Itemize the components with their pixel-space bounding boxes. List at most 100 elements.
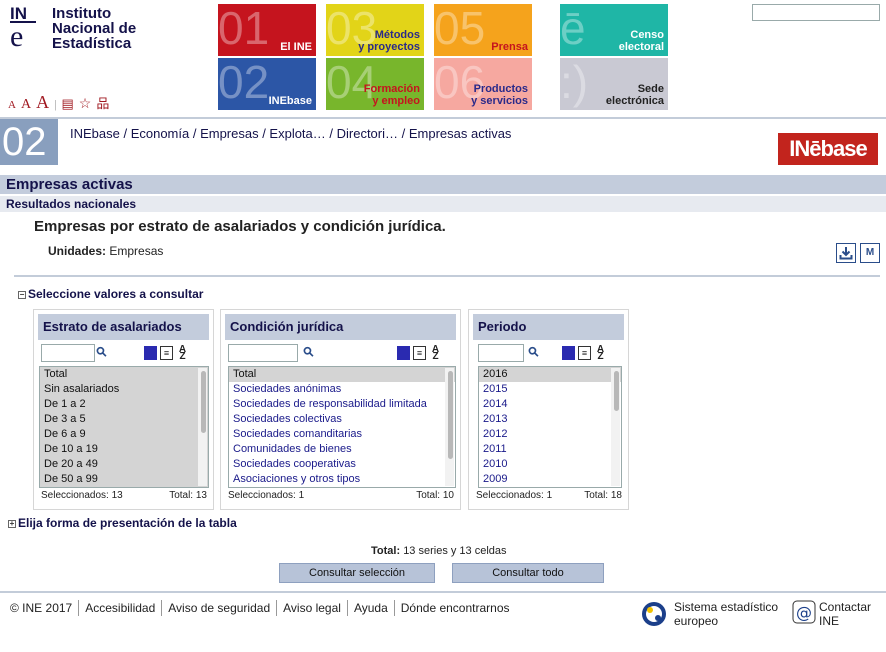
units-value: Empresas — [109, 244, 164, 258]
footer-link-donde[interactable]: Dónde encontrarnos — [395, 600, 516, 616]
logo-line-3: Estadística — [52, 35, 132, 52]
selection-tools: ≡ A Z — [562, 345, 607, 362]
scrollbar-thumb[interactable] — [201, 371, 206, 433]
magnifier-icon[interactable]: ⚲ — [93, 343, 111, 361]
breadcrumb[interactable]: INEbase / Economía / Empresas / Explota…… — [70, 126, 511, 141]
scrollbar-thumb[interactable] — [614, 371, 619, 411]
panel-search-input[interactable] — [41, 344, 95, 362]
consult-selection-button[interactable]: Consultar selección — [279, 563, 435, 583]
list-option[interactable]: 2010 — [479, 457, 621, 472]
pcaxis-icon[interactable]: M — [860, 243, 880, 263]
favorite-star-icon[interactable]: ☆ — [79, 96, 92, 113]
nav-tile-4[interactable]: ē Censo electoral — [560, 4, 668, 56]
footer-link-aviso-legal[interactable]: Aviso legal — [277, 600, 348, 616]
consult-all-button[interactable]: Consultar todo — [452, 563, 604, 583]
list-option[interactable]: Sociedades anónimas — [229, 382, 455, 397]
sort-az-icon[interactable]: AZ — [176, 345, 189, 362]
font-large-button[interactable]: A — [36, 92, 49, 113]
footer-link-ayuda[interactable]: Ayuda — [348, 600, 395, 616]
nav-tile-8[interactable]: :) Sede electrónica — [560, 58, 668, 110]
footer-link-accesibilidad[interactable]: Accesibilidad — [79, 600, 163, 616]
ine-logo-mark[interactable]: IN e — [8, 3, 44, 53]
list-option[interactable]: 2012 — [479, 427, 621, 442]
list-option[interactable]: 2014 — [479, 397, 621, 412]
nav-tile-3[interactable]: 05 Prensa — [434, 4, 532, 56]
nav-tile-6[interactable]: 04 Formación y empleo — [326, 58, 424, 110]
scrollbar-thumb[interactable] — [448, 371, 453, 459]
presentation-toggle[interactable]: + Elija forma de presentación de la tabla — [8, 516, 237, 530]
list-option[interactable]: De 1 a 2 — [40, 397, 208, 412]
select-none-icon[interactable]: ≡ — [413, 346, 426, 360]
ess-logo-icon — [642, 602, 666, 626]
list-option[interactable]: Sociedades colectivas — [229, 412, 455, 427]
values-listbox[interactable]: Total Sociedades anónimas Sociedades de re… — [228, 366, 456, 488]
nav-tile-2[interactable]: 03 Métodos y proyectos — [326, 4, 424, 56]
download-icon[interactable] — [836, 243, 856, 263]
magnifier-icon[interactable]: ⚲ — [300, 343, 318, 361]
section-number: 02 — [0, 119, 58, 165]
values-listbox[interactable]: 2016 2015 2014 2013 2012 2011 2010 2009 — [478, 366, 622, 488]
print-icon[interactable]: ▤ — [61, 96, 73, 112]
total-value: 13 series y 13 celdas — [403, 545, 507, 557]
select-values-label: Seleccione valores a consultar — [28, 287, 204, 301]
nav-tile-1[interactable]: 01 El INE — [218, 4, 316, 56]
list-option[interactable]: Asociaciones y otros tipos — [229, 472, 455, 487]
select-all-icon[interactable] — [397, 346, 410, 360]
font-small-button[interactable]: A — [8, 99, 16, 111]
table-title: Empresas por estrato de asalariados y co… — [34, 218, 446, 235]
tile-number: ē — [560, 4, 586, 54]
select-none-icon[interactable]: ≡ — [578, 346, 591, 360]
select-all-icon[interactable] — [562, 346, 575, 360]
total-count: Total: 10 — [416, 490, 454, 501]
panel-search-input[interactable] — [478, 344, 524, 362]
font-medium-button[interactable]: A — [21, 97, 31, 113]
select-all-icon[interactable] — [144, 346, 157, 360]
tile-label: Censo electoral — [618, 29, 664, 53]
selected-count: Seleccionados: 1 — [228, 490, 305, 501]
european-statistical-system-link[interactable]: Sistema estadístico europeo — [640, 600, 778, 628]
list-option[interactable]: De 50 a 99 — [40, 472, 208, 487]
select-values-toggle[interactable]: − Seleccione valores a consultar — [18, 287, 203, 301]
list-option[interactable]: Comunidades de bienes — [229, 442, 455, 457]
inebase-logo[interactable]: INēbase — [778, 133, 878, 165]
list-option[interactable]: De 20 a 49 — [40, 457, 208, 472]
list-option[interactable]: 2016 — [479, 367, 621, 382]
total-count: Total: 13 — [169, 490, 207, 501]
sort-az-icon[interactable]: AZ — [429, 345, 442, 362]
list-option[interactable]: De 3 a 5 — [40, 412, 208, 427]
total-summary: Total: 13 series y 13 celdas — [371, 545, 507, 557]
list-option[interactable]: Sociedades cooperativas — [229, 457, 455, 472]
ine-logo-text[interactable]: Instituto Nacional de Estadística — [52, 6, 136, 51]
list-option[interactable]: 2013 — [479, 412, 621, 427]
list-option[interactable]: 2011 — [479, 442, 621, 457]
nav-tile-7[interactable]: 06 Productos y servicios — [434, 58, 532, 110]
list-option[interactable]: Total — [229, 367, 455, 382]
divider — [14, 275, 880, 277]
list-option[interactable]: De 6 a 9 — [40, 427, 208, 442]
list-option[interactable]: 2009 — [479, 472, 621, 487]
magnifier-icon[interactable]: ⚲ — [525, 343, 543, 361]
tile-label: El INE — [280, 41, 312, 53]
page-title: Empresas activas — [0, 175, 886, 194]
total-count: Total: 18 — [584, 490, 622, 501]
contact-ine-link[interactable]: @ Contactar INE — [792, 600, 871, 628]
list-option[interactable]: Sociedades comanditarias — [229, 427, 455, 442]
list-option[interactable]: De 10 a 19 — [40, 442, 208, 457]
tile-number: :) — [560, 58, 589, 108]
sitemap-icon[interactable]: 品 — [96, 93, 109, 112]
footer-link-aviso-seguridad[interactable]: Aviso de seguridad — [162, 600, 278, 616]
list-option[interactable]: 2015 — [479, 382, 621, 397]
list-option[interactable]: Total — [40, 367, 208, 382]
tile-label: Prensa — [491, 41, 528, 53]
tile-label: INEbase — [268, 95, 312, 107]
panel-search-input[interactable] — [228, 344, 298, 362]
nav-tile-5[interactable]: 02 INEbase — [218, 58, 316, 110]
variable-panel-3: Periodo ⚲ ≡ A Z 2016 2015 2014 2013 2012 2011 2010 2… — [468, 309, 629, 510]
select-none-icon[interactable]: ≡ — [160, 346, 173, 360]
site-search-input[interactable] — [752, 4, 880, 21]
values-listbox[interactable]: Total Sin asalariados De 1 a 2 De 3 a 5 De 6… — [39, 366, 209, 488]
list-option[interactable]: Sociedades de responsabilidad limitada — [229, 397, 455, 412]
list-option[interactable]: Sin asalariados — [40, 382, 208, 397]
selected-count: Seleccionados: 1 — [476, 490, 553, 501]
sort-az-icon[interactable]: AZ — [594, 345, 607, 362]
